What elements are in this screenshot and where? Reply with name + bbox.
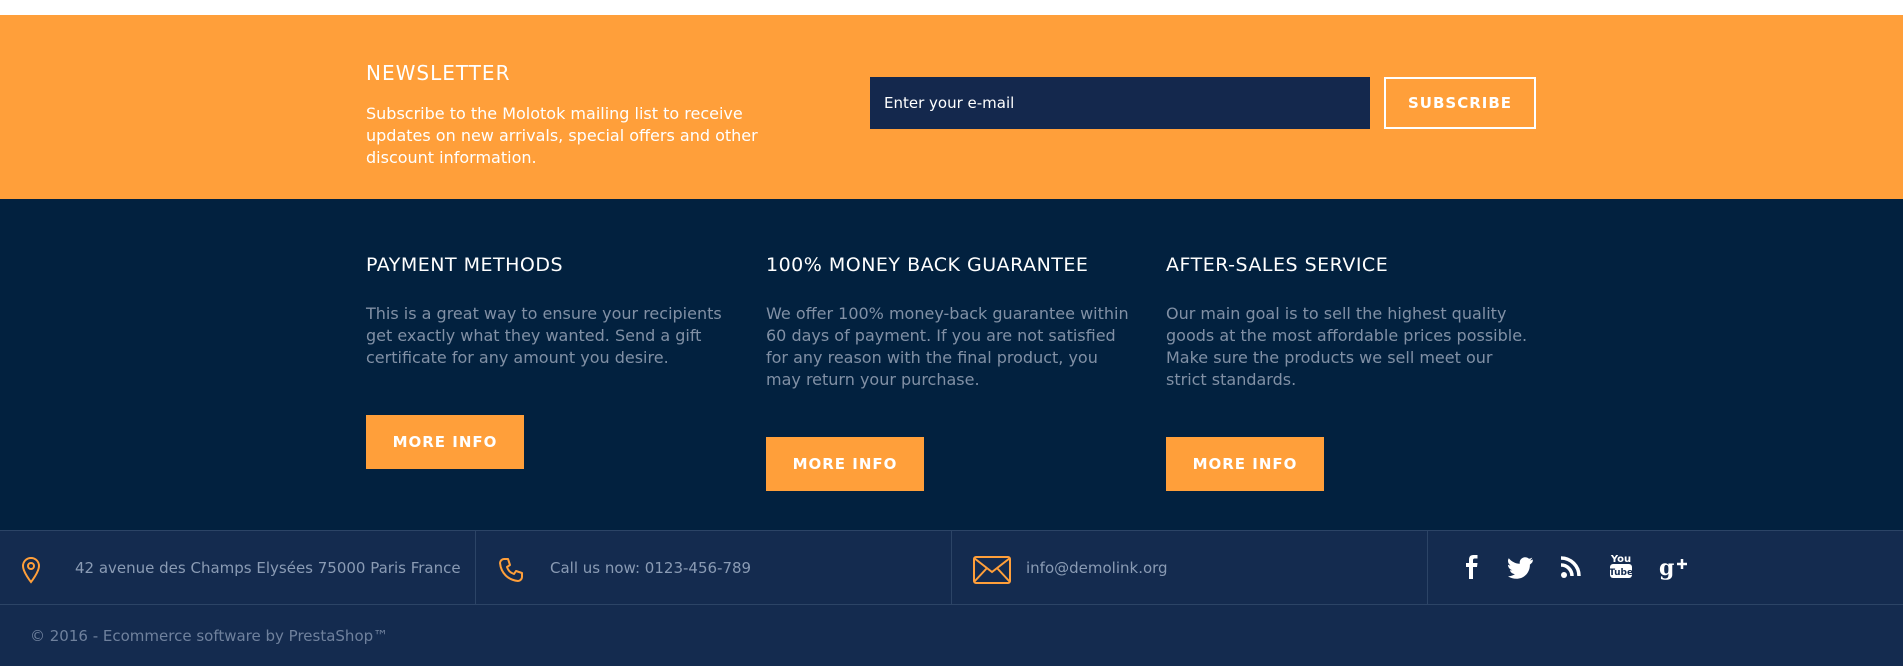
newsletter-description: Subscribe to the Molotok mailing list to… [366,104,758,167]
twitter-icon[interactable] [1508,551,1534,581]
top-strip [0,0,1903,15]
feature-title: AFTER-SALES SERVICE [1166,254,1389,276]
feature-title: 100% MONEY BACK GUARANTEE [766,254,1089,276]
copyright-bar: © 2016 - Ecommerce software by PrestaSho… [0,605,1903,666]
rss-icon[interactable] [1558,551,1584,581]
youtube-icon[interactable]: You Tube [1608,551,1634,581]
subscribe-button[interactable]: SUBSCRIBE [1384,77,1536,129]
phone-text[interactable]: Call us now: 0123-456-789 [550,559,751,577]
feature-text: Our main goal is to sell the highest qua… [1166,304,1528,389]
more-info-button[interactable]: MORE INFO [1166,437,1324,491]
newsletter-email-input[interactable] [870,77,1370,129]
contact-bar: 42 avenue des Champs Elysées 75000 Paris… [0,530,1903,605]
copyright-text: © 2016 - Ecommerce software by PrestaSho… [30,627,389,645]
google-plus-icon[interactable]: g [1658,551,1687,581]
features-section: PAYMENT METHODS This is a great way to e… [0,199,1903,530]
feature-title: PAYMENT METHODS [366,254,564,276]
newsletter-section: NEWSLETTER Subscribe to the Molotok mail… [0,15,1903,199]
svg-text:You: You [1610,554,1631,565]
facebook-icon[interactable] [1458,551,1484,581]
svg-text:Tube: Tube [1609,568,1633,578]
contact-address: 42 avenue des Champs Elysées 75000 Paris… [0,531,476,605]
contact-email: info@demolink.org [952,531,1428,605]
envelope-icon [972,555,1012,585]
svg-text:g: g [1659,555,1674,581]
feature-text: We offer 100% money-back guarantee withi… [766,304,1129,389]
location-pin-icon [16,555,46,585]
contact-phone: Call us now: 0123-456-789 [476,531,952,605]
feature-text: This is a great way to ensure your recip… [366,304,722,367]
newsletter-title: NEWSLETTER [366,61,511,85]
address-text: 42 avenue des Champs Elysées 75000 Paris… [75,559,461,577]
more-info-button[interactable]: MORE INFO [366,415,524,469]
more-info-button[interactable]: MORE INFO [766,437,924,491]
social-links: You Tube g [1458,551,1687,581]
phone-icon [496,555,526,585]
email-link[interactable]: info@demolink.org [1026,559,1168,577]
